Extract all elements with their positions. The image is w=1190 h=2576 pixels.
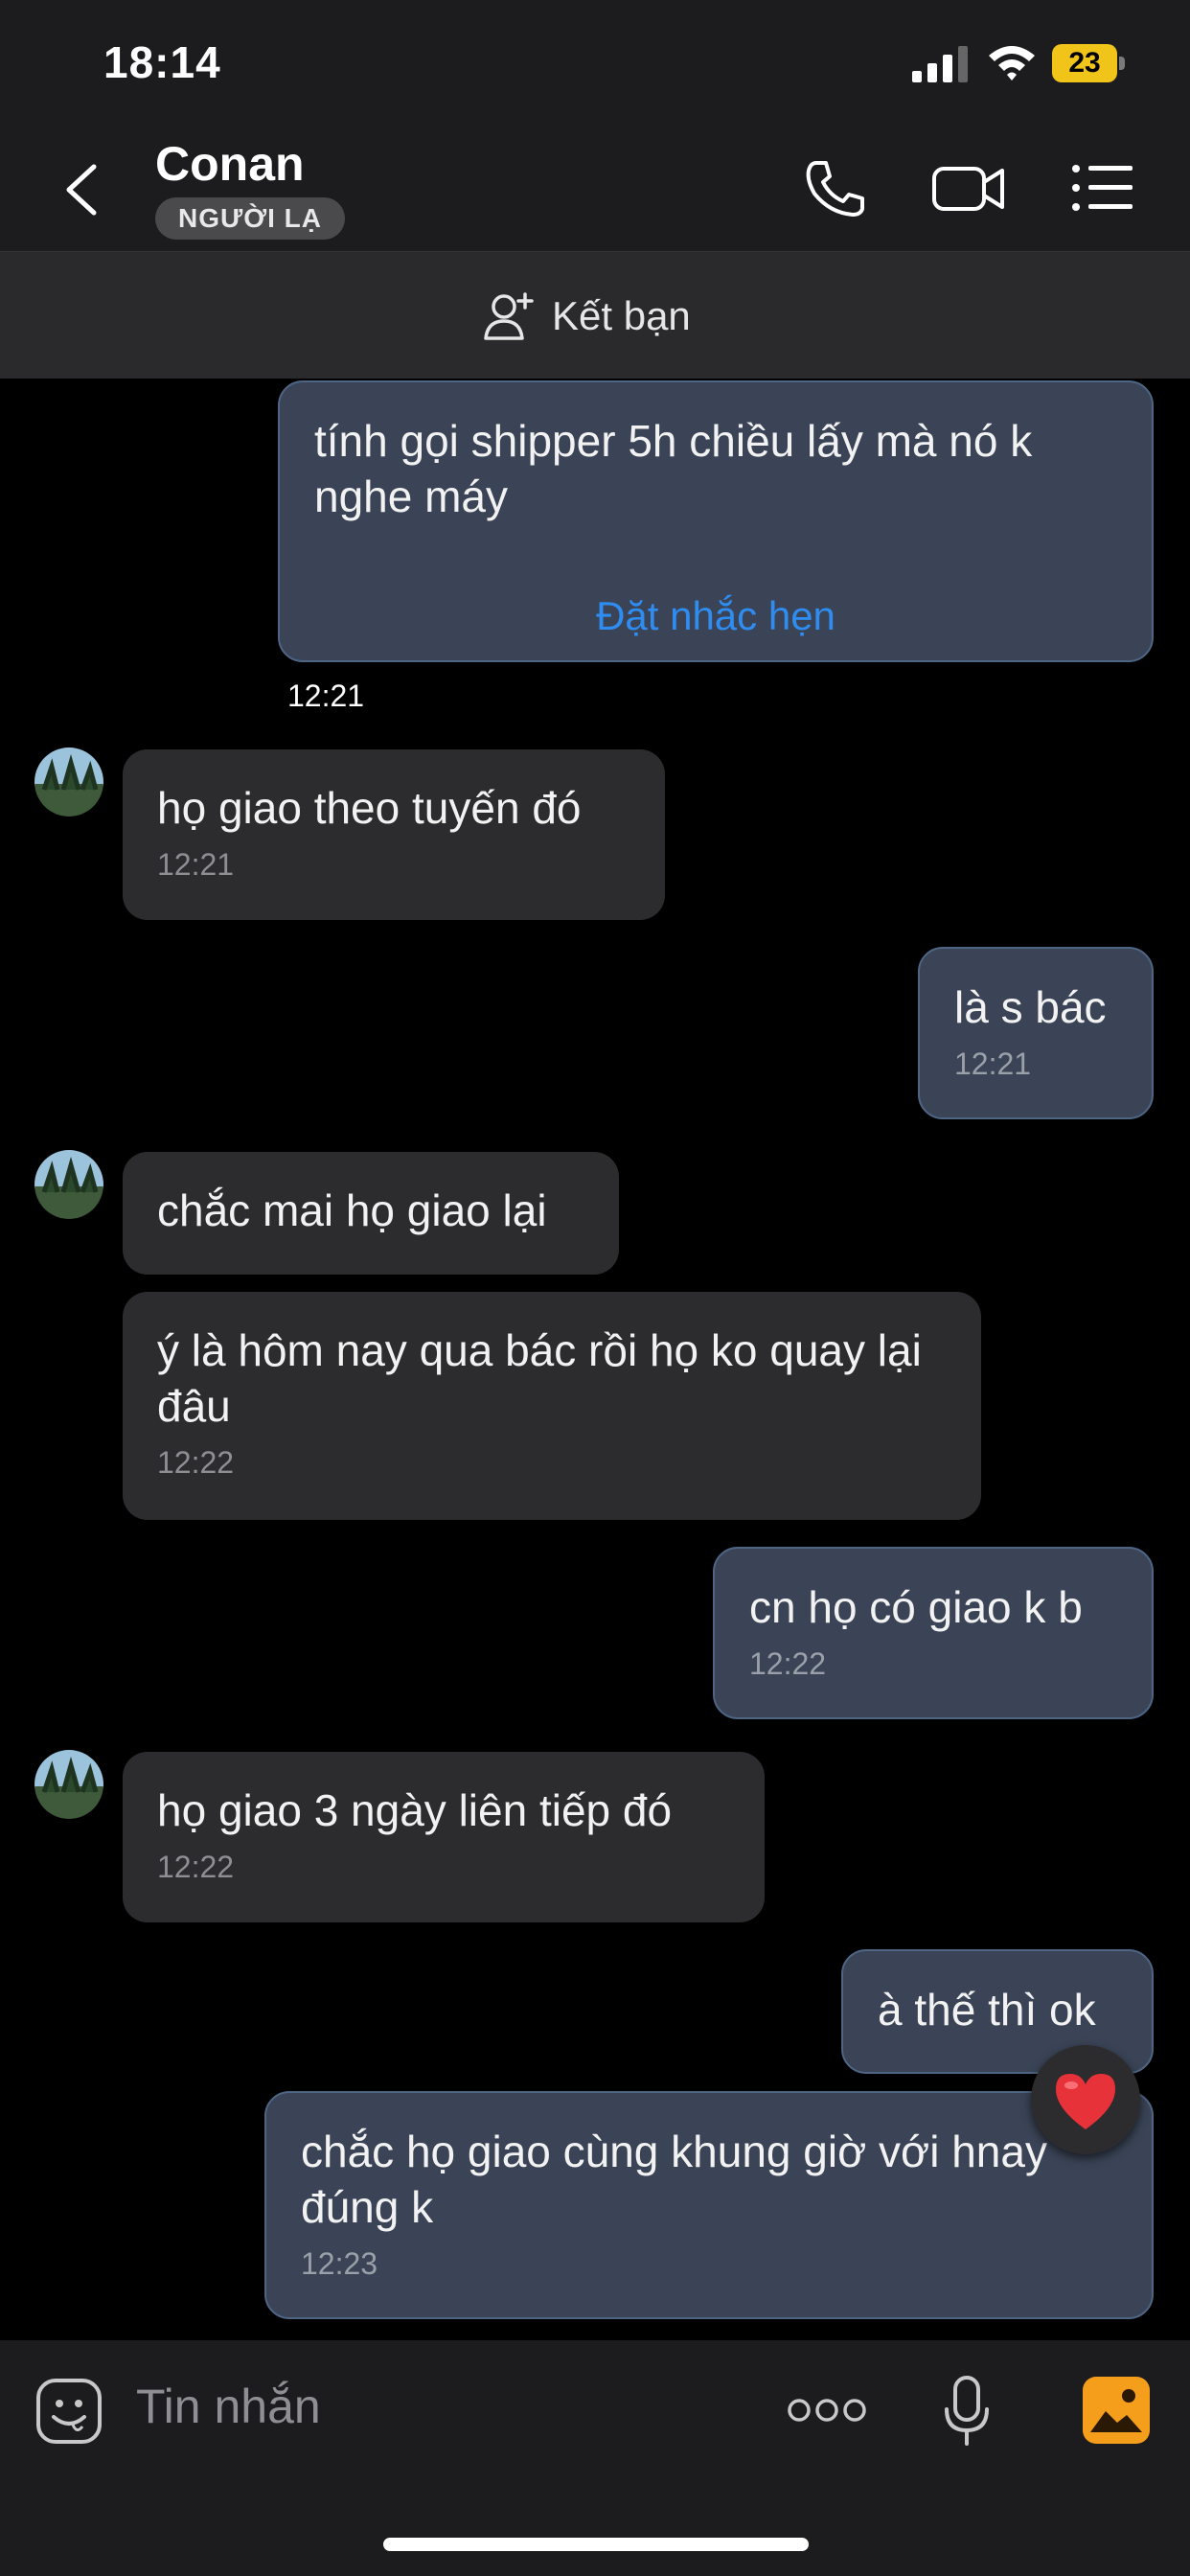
add-friend-label: Kết bạn [552,293,691,338]
home-indicator[interactable] [383,2538,809,2551]
avatar[interactable] [34,1750,103,1819]
message-time: 12:21 [284,677,369,716]
chat-header: Conan NGƯỜI LẠ [0,125,1190,252]
message-text: là s bác [954,982,1107,1032]
message-text: chắc mai họ giao lại [157,1185,547,1235]
wifi-icon [989,46,1035,80]
message-time: 12:22 [157,1445,235,1480]
status-bar: 18:14 23 [0,0,1190,125]
back-chevron-icon[interactable] [59,163,107,217]
emoji-icon[interactable] [34,2377,103,2446]
message-time: 12:22 [157,1850,235,1884]
heart-reaction-icon [1056,2074,1115,2129]
message-time: 12:21 [954,1046,1032,1081]
add-friend-icon [484,292,534,340]
battery-icon: 23 [1052,44,1125,82]
message-bubble-outgoing[interactable]: là s bác 12:21 [918,947,1154,1119]
phone-icon[interactable] [805,159,866,217]
message-bubble-incoming[interactable]: họ giao theo tuyến đó 12:21 [123,749,665,920]
cellular-signal-icon [912,46,968,82]
mic-icon[interactable] [943,2375,991,2448]
contact-name[interactable]: Conan [155,136,305,192]
message-text: họ giao 3 ngày liên tiếp đó [157,1785,673,1835]
message-text: à thế thì ok [878,1985,1096,2035]
status-time: 18:14 [103,37,221,87]
message-time: 12:23 [301,2246,378,2281]
battery-level: 23 [1068,47,1101,79]
avatar[interactable] [34,748,103,816]
video-call-icon[interactable] [931,159,1006,217]
heart-reaction-button[interactable] [1031,2045,1140,2154]
message-bubble-outgoing[interactable]: chắc họ giao cùng khung giờ với hnay đún… [264,2091,1154,2319]
message-bubble-incoming[interactable]: ý là hôm nay qua bác rồi họ ko quay lại … [123,1292,981,1520]
message-text: ý là hôm nay qua bác rồi họ ko quay lại … [157,1325,934,1431]
menu-list-icon[interactable] [1071,159,1134,217]
message-bubble-outgoing[interactable]: tính gọi shipper 5h chiều lấy mà nó k ng… [278,380,1154,662]
message-time: 12:21 [157,847,235,882]
avatar[interactable] [34,1150,103,1219]
message-time: 12:22 [749,1646,827,1681]
message-text: chắc họ giao cùng khung giờ với hnay đún… [301,2127,1060,2232]
add-friend-bar[interactable]: Kết bạn [0,252,1190,379]
message-text: cn họ có giao k b [749,1582,1083,1632]
message-input[interactable]: Tin nhắn [136,2379,321,2434]
set-reminder-link[interactable]: Đặt nhắc hẹn [280,593,1152,639]
more-dots-icon[interactable] [788,2396,866,2425]
photo-icon[interactable] [1081,2375,1152,2446]
message-bubble-incoming[interactable]: họ giao 3 ngày liên tiếp đó 12:22 [123,1752,765,1922]
message-bubble-incoming[interactable]: chắc mai họ giao lại [123,1152,619,1275]
message-text: tính gọi shipper 5h chiều lấy mà nó k ng… [314,416,1045,521]
stranger-badge: NGƯỜI LẠ [155,197,345,240]
message-text: họ giao theo tuyến đó [157,783,582,833]
message-bubble-outgoing[interactable]: cn họ có giao k b 12:22 [713,1547,1154,1719]
